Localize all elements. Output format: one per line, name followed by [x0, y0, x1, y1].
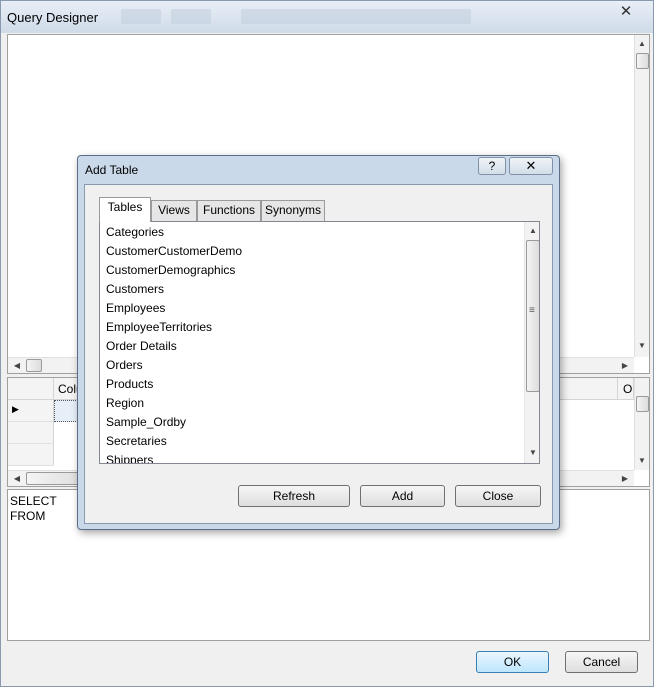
scroll-thumb[interactable]	[636, 396, 649, 412]
row-header[interactable]	[8, 422, 54, 444]
tab-functions[interactable]: Functions	[197, 200, 261, 221]
tab-tables[interactable]: Tables	[99, 197, 151, 222]
add-button[interactable]: Add	[360, 485, 445, 507]
scroll-down-icon[interactable]: ▼	[526, 448, 539, 457]
scroll-down-icon[interactable]: ▼	[635, 456, 649, 465]
dialog-body: Tables Views Functions Synonyms Categori…	[84, 184, 553, 524]
grip-icon: ≡	[529, 305, 535, 316]
dialog-title: Add Table	[85, 163, 139, 177]
scroll-right-icon[interactable]: ▶	[618, 361, 632, 370]
list-item[interactable]: Customers	[106, 280, 164, 299]
cancel-button[interactable]: Cancel	[565, 651, 638, 673]
column-header-right[interactable]: O	[618, 378, 634, 400]
blurred-toolbar-item	[241, 9, 471, 24]
grid-vertical-scrollbar[interactable]: ▼	[634, 378, 649, 470]
ok-button[interactable]: OK	[476, 651, 549, 673]
list-item[interactable]: CustomerCustomerDemo	[106, 242, 242, 261]
current-row-icon: ▶	[12, 404, 19, 414]
column-header-right-label: O	[623, 382, 633, 396]
window-title: Query Designer	[7, 10, 99, 25]
scroll-thumb[interactable]	[26, 359, 42, 372]
diagram-vertical-scrollbar[interactable]: ▲ ▼	[634, 35, 649, 357]
list-item[interactable]: Shippers	[106, 451, 153, 463]
dialog-close-button[interactable]: ✕	[509, 157, 553, 175]
list-item[interactable]: Sample_Ordby	[106, 413, 186, 432]
list-item[interactable]: CustomerDemographics	[106, 261, 235, 280]
list-item[interactable]: Employees	[106, 299, 165, 318]
row-header[interactable]	[8, 444, 54, 466]
list-item[interactable]: Order Details	[106, 337, 177, 356]
scroll-thumb[interactable]: ≡	[526, 240, 539, 392]
scroll-up-icon[interactable]: ▲	[635, 39, 649, 48]
close-button[interactable]: Close	[455, 485, 541, 507]
title-bar[interactable]: Query Designer ✕	[1, 1, 653, 33]
list-item[interactable]: Region	[106, 394, 144, 413]
grid-corner	[8, 378, 54, 400]
list-item[interactable]: Products	[106, 375, 153, 394]
scroll-thumb[interactable]	[636, 53, 649, 69]
blurred-toolbar-item	[121, 9, 161, 24]
list-vertical-scrollbar[interactable]: ▲ ≡ ▼	[524, 222, 539, 463]
refresh-button[interactable]: Refresh	[238, 485, 350, 507]
table-list[interactable]: Categories CustomerCustomerDemo Customer…	[99, 221, 540, 464]
add-table-dialog: Add Table ? ✕ Tables Views Functions Syn…	[77, 155, 560, 530]
scroll-right-icon[interactable]: ▶	[618, 474, 632, 483]
list-item[interactable]: Orders	[106, 356, 143, 375]
tab-synonyms[interactable]: Synonyms	[261, 200, 325, 221]
window-close-button[interactable]: ✕	[606, 4, 646, 21]
tab-views[interactable]: Views	[151, 200, 197, 221]
help-button[interactable]: ?	[478, 157, 506, 175]
blurred-toolbar-item	[171, 9, 211, 24]
list-item[interactable]: Secretaries	[106, 432, 167, 451]
sql-from-line: FROM	[10, 509, 46, 523]
scroll-left-icon[interactable]: ◀	[10, 361, 24, 370]
list-item[interactable]: Categories	[106, 223, 165, 242]
row-header[interactable]: ▶	[8, 400, 54, 422]
scroll-down-icon[interactable]: ▼	[635, 341, 649, 350]
scroll-up-icon[interactable]: ▲	[526, 226, 539, 235]
scroll-left-icon[interactable]: ◀	[10, 474, 24, 483]
list-item[interactable]: EmployeeTerritories	[106, 318, 212, 337]
sql-select-line: SELECT	[10, 494, 57, 508]
